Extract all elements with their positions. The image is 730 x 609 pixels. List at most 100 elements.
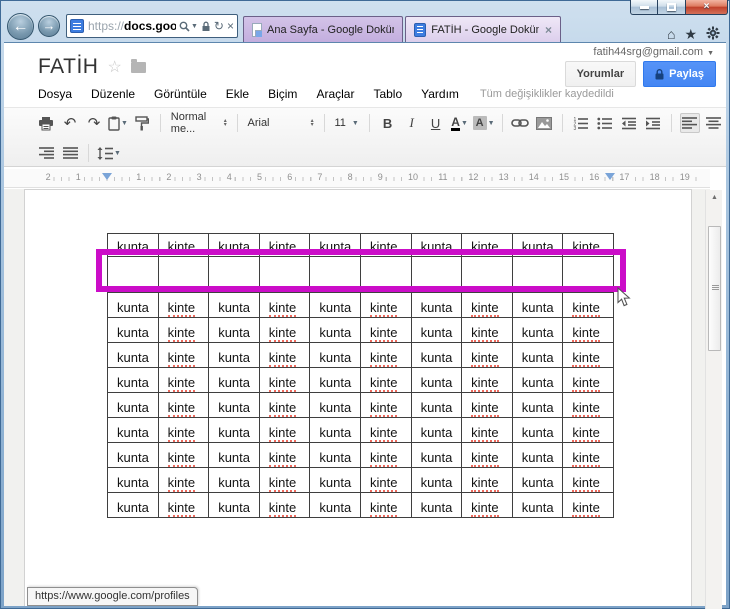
table-cell[interactable]: kinte bbox=[157, 342, 210, 368]
web-clipboard-icon[interactable]: ▼ bbox=[108, 113, 128, 133]
table-cell[interactable]: kunta bbox=[511, 233, 564, 257]
table-cell[interactable]: kunta bbox=[107, 417, 159, 443]
table-cell[interactable] bbox=[309, 256, 361, 293]
table-cell[interactable]: kinte bbox=[562, 417, 614, 443]
table-cell[interactable]: kinte bbox=[258, 342, 311, 368]
table-cell[interactable]: kinte bbox=[461, 442, 513, 468]
table-cell[interactable]: kunta bbox=[511, 392, 564, 418]
table-cell[interactable]: kunta bbox=[309, 292, 361, 318]
table-cell[interactable]: kinte bbox=[562, 367, 614, 393]
tab-ana-sayfa[interactable]: Ana Sayfa - Google Dokümanlar bbox=[243, 16, 403, 42]
table-cell[interactable]: kinte bbox=[359, 367, 412, 393]
table-cell[interactable]: kunta bbox=[309, 417, 361, 443]
table-cell[interactable]: kunta bbox=[410, 417, 463, 443]
address-bar[interactable]: https://docs.goo... ▼ ↻ × bbox=[66, 14, 238, 38]
table-cell[interactable]: kunta bbox=[410, 317, 463, 343]
table-cell[interactable]: kunta bbox=[309, 317, 361, 343]
table-cell[interactable]: kinte bbox=[359, 417, 412, 443]
table-cell[interactable]: kunta bbox=[107, 342, 159, 368]
styles-select[interactable]: Normal me... ▴ ▾ bbox=[167, 111, 231, 135]
table-cell[interactable]: kinte bbox=[461, 467, 513, 493]
table-cell[interactable]: kunta bbox=[511, 342, 564, 368]
gear-icon[interactable] bbox=[706, 26, 720, 43]
table-cell[interactable]: kunta bbox=[107, 392, 159, 418]
align-right-icon[interactable] bbox=[36, 143, 56, 163]
text-color-button[interactable]: A ▼ bbox=[450, 113, 470, 133]
font-size-select[interactable]: 11 ▼ bbox=[330, 117, 362, 129]
table-cell[interactable]: kunta bbox=[511, 442, 564, 468]
align-left-icon[interactable] bbox=[679, 113, 700, 133]
search-dropdown-icon[interactable]: ▼ bbox=[191, 23, 198, 30]
table-cell[interactable]: kunta bbox=[208, 417, 260, 443]
comments-button[interactable]: Yorumlar bbox=[564, 61, 637, 87]
table-cell[interactable] bbox=[511, 256, 564, 293]
table-cell[interactable]: kinte bbox=[461, 392, 513, 418]
link-icon[interactable] bbox=[510, 113, 530, 133]
table-cell[interactable]: kinte bbox=[461, 342, 513, 368]
table-cell[interactable]: kunta bbox=[511, 367, 564, 393]
table-cell[interactable] bbox=[410, 256, 463, 293]
document-title[interactable]: FATİH bbox=[38, 55, 98, 79]
document-table[interactable]: kunta kinte kunta kinte kunta kinte kunta kinte… bbox=[107, 233, 614, 518]
minimize-button[interactable] bbox=[630, 0, 658, 15]
table-cell[interactable]: kinte bbox=[157, 317, 210, 343]
table-cell[interactable]: kinte bbox=[562, 292, 614, 318]
forward-button[interactable]: → bbox=[38, 15, 60, 37]
font-select[interactable]: Arial ▴ ▾ bbox=[244, 117, 318, 129]
table-cell[interactable]: kunta bbox=[107, 233, 159, 257]
print-icon[interactable] bbox=[36, 113, 56, 133]
table-cell[interactable]: kinte bbox=[258, 233, 311, 257]
table-cell[interactable]: kunta bbox=[410, 367, 463, 393]
table-cell[interactable]: kinte bbox=[461, 367, 513, 393]
table-cell[interactable]: kinte bbox=[157, 417, 210, 443]
table-cell[interactable]: kinte bbox=[461, 292, 513, 318]
table-cell[interactable]: kinte bbox=[359, 342, 412, 368]
table-cell[interactable]: kunta bbox=[208, 492, 260, 518]
table-cell[interactable]: kunta bbox=[309, 392, 361, 418]
table-cell[interactable]: kunta bbox=[208, 442, 260, 468]
menu-görüntüle[interactable]: Görüntüle bbox=[154, 87, 207, 101]
document-page[interactable]: kunta kinte kunta kinte kunta kinte kunta kinte… bbox=[24, 189, 692, 606]
table-cell[interactable]: kunta bbox=[410, 442, 463, 468]
paint-format-icon[interactable] bbox=[132, 113, 152, 133]
table-cell[interactable]: kunta bbox=[208, 467, 260, 493]
table-cell[interactable]: kunta bbox=[309, 492, 361, 518]
table-cell[interactable]: kinte bbox=[157, 492, 210, 518]
table-cell[interactable]: kunta bbox=[107, 292, 159, 318]
menu-tablo[interactable]: Tablo bbox=[373, 87, 402, 101]
indent-icon[interactable] bbox=[643, 113, 663, 133]
table-cell[interactable]: kinte bbox=[461, 492, 513, 518]
table-cell[interactable]: kinte bbox=[157, 392, 210, 418]
table-cell[interactable]: kinte bbox=[157, 233, 210, 257]
table-cell[interactable]: kunta bbox=[309, 233, 361, 257]
table-cell[interactable]: kunta bbox=[208, 292, 260, 318]
table-cell[interactable]: kinte bbox=[562, 442, 614, 468]
table-cell[interactable] bbox=[461, 256, 513, 293]
table-cell[interactable]: kinte bbox=[359, 292, 412, 318]
maximize-button[interactable] bbox=[658, 0, 686, 15]
menu-düzenle[interactable]: Düzenle bbox=[91, 87, 135, 101]
table-cell[interactable] bbox=[157, 256, 210, 293]
close-button[interactable]: × bbox=[686, 0, 728, 15]
menu-yardım[interactable]: Yardım bbox=[421, 87, 459, 101]
menu-ekle[interactable]: Ekle bbox=[226, 87, 249, 101]
table-cell[interactable]: kunta bbox=[410, 292, 463, 318]
table-cell[interactable]: kinte bbox=[157, 467, 210, 493]
table-cell[interactable]: kinte bbox=[359, 392, 412, 418]
table-cell[interactable]: kinte bbox=[258, 417, 311, 443]
table-cell[interactable]: kinte bbox=[258, 392, 311, 418]
table-cell[interactable]: kinte bbox=[562, 317, 614, 343]
table-cell[interactable]: kunta bbox=[410, 467, 463, 493]
table-cell[interactable]: kinte bbox=[562, 492, 614, 518]
table-cell[interactable]: kunta bbox=[208, 367, 260, 393]
table-cell[interactable]: kinte bbox=[461, 317, 513, 343]
scrollbar-thumb[interactable] bbox=[708, 226, 721, 351]
share-button[interactable]: Paylaş bbox=[643, 61, 716, 87]
search-icon[interactable]: ▼ bbox=[179, 21, 198, 32]
url-text[interactable]: https://docs.goo... bbox=[88, 19, 176, 33]
table-cell[interactable]: kunta bbox=[208, 317, 260, 343]
menu-biçim[interactable]: Biçim bbox=[268, 87, 297, 101]
table-cell[interactable]: kunta bbox=[107, 492, 159, 518]
back-button[interactable]: ← bbox=[7, 12, 34, 40]
table-cell[interactable]: kinte bbox=[562, 392, 614, 418]
